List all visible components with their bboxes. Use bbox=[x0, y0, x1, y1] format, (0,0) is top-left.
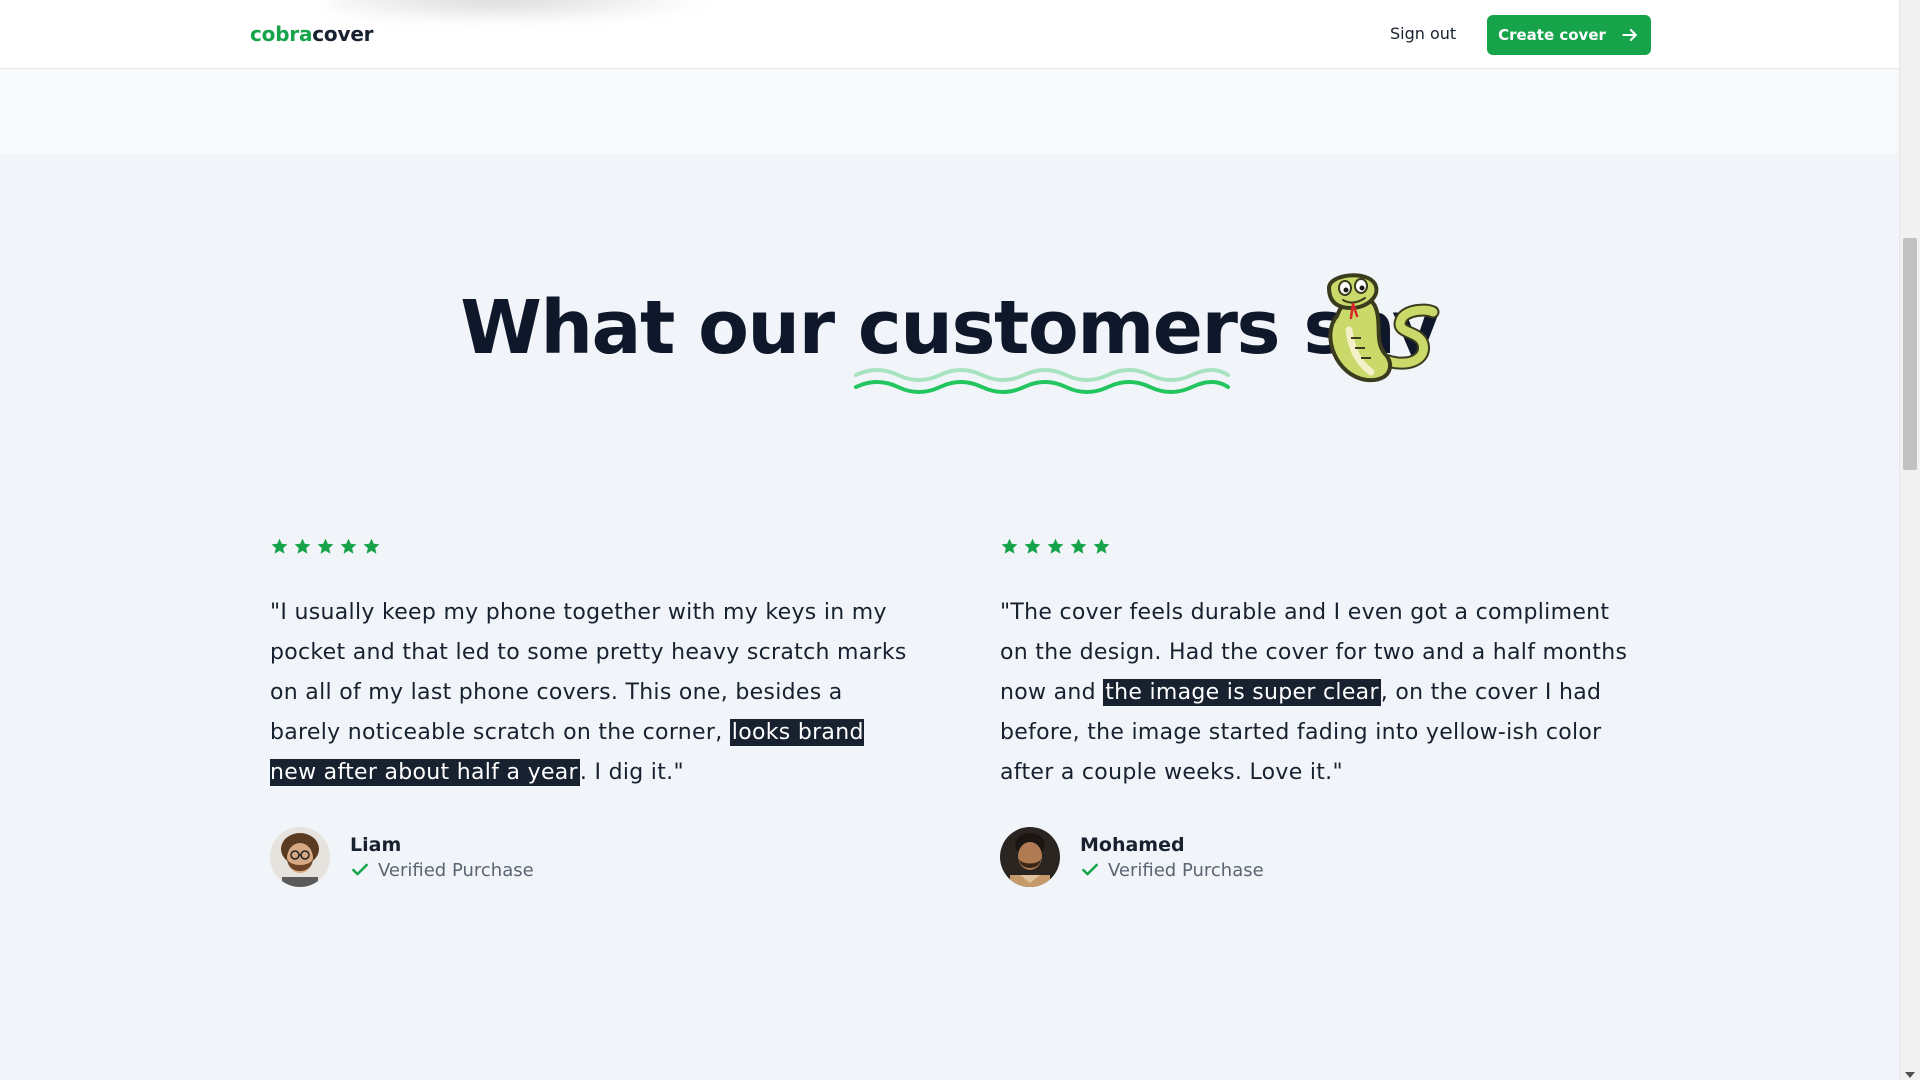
brand-accent: cobra bbox=[250, 22, 313, 46]
star-icon bbox=[317, 538, 334, 554]
verified-purchase: Verified Purchase bbox=[1080, 860, 1264, 881]
headline-highlight-text: customers bbox=[857, 285, 1281, 371]
section-headline: What our customers say bbox=[0, 285, 1899, 394]
signout-link[interactable]: Sign out bbox=[1390, 24, 1456, 43]
arrow-right-icon bbox=[1622, 29, 1637, 41]
star-icon bbox=[1024, 538, 1041, 554]
quote-highlight: the image is super clear bbox=[1103, 679, 1381, 706]
verified-label: Verified Purchase bbox=[1108, 859, 1264, 881]
star-icon bbox=[294, 538, 311, 554]
star-icon bbox=[1047, 538, 1064, 554]
navbar: cobracover Sign out Create cover bbox=[0, 0, 1899, 69]
star-icon bbox=[1093, 538, 1110, 554]
headline-part1: What our bbox=[460, 285, 835, 371]
star-icon bbox=[1070, 538, 1087, 554]
avatar bbox=[1000, 827, 1060, 887]
review-card-2: "The cover feels durable and I even got … bbox=[1000, 537, 1640, 887]
rating-stars bbox=[1000, 537, 1640, 559]
star-icon bbox=[340, 538, 357, 554]
author-name: Mohamed bbox=[1080, 833, 1185, 856]
rating-stars bbox=[270, 537, 910, 559]
review-author: Liam Verified Purchase bbox=[270, 827, 910, 887]
avatar bbox=[270, 827, 330, 887]
wavy-underline-icon bbox=[853, 368, 1230, 394]
blurred-shadow bbox=[330, 0, 750, 28]
star-icon bbox=[271, 538, 288, 554]
review-quote: "The cover feels durable and I even got … bbox=[1000, 593, 1640, 793]
upper-band bbox=[0, 69, 1899, 154]
check-icon bbox=[1082, 863, 1098, 876]
create-cover-button[interactable]: Create cover bbox=[1487, 15, 1651, 55]
review-card-1: "I usually keep my phone together with m… bbox=[270, 537, 910, 887]
create-cover-label: Create cover bbox=[1498, 26, 1606, 44]
quote-text-after: . I dig it." bbox=[579, 760, 684, 785]
star-icon bbox=[1001, 538, 1018, 554]
verified-label: Verified Purchase bbox=[378, 859, 534, 881]
headline-highlight: customers bbox=[853, 285, 1281, 394]
author-name: Liam bbox=[350, 833, 402, 856]
star-icon bbox=[363, 538, 380, 554]
review-author: Mohamed Verified Purchase bbox=[1000, 827, 1640, 887]
scrollbar-thumb[interactable] bbox=[1903, 238, 1917, 470]
check-icon bbox=[352, 863, 368, 876]
verified-purchase: Verified Purchase bbox=[350, 860, 534, 881]
review-quote: "I usually keep my phone together with m… bbox=[270, 593, 910, 793]
scrollbar[interactable] bbox=[1899, 0, 1920, 1080]
snake-icon bbox=[1326, 273, 1440, 383]
brand-rest: cover bbox=[312, 22, 374, 46]
brand-logo[interactable]: cobracover bbox=[250, 22, 374, 46]
scroll-down-arrow-icon[interactable] bbox=[1905, 1072, 1915, 1078]
